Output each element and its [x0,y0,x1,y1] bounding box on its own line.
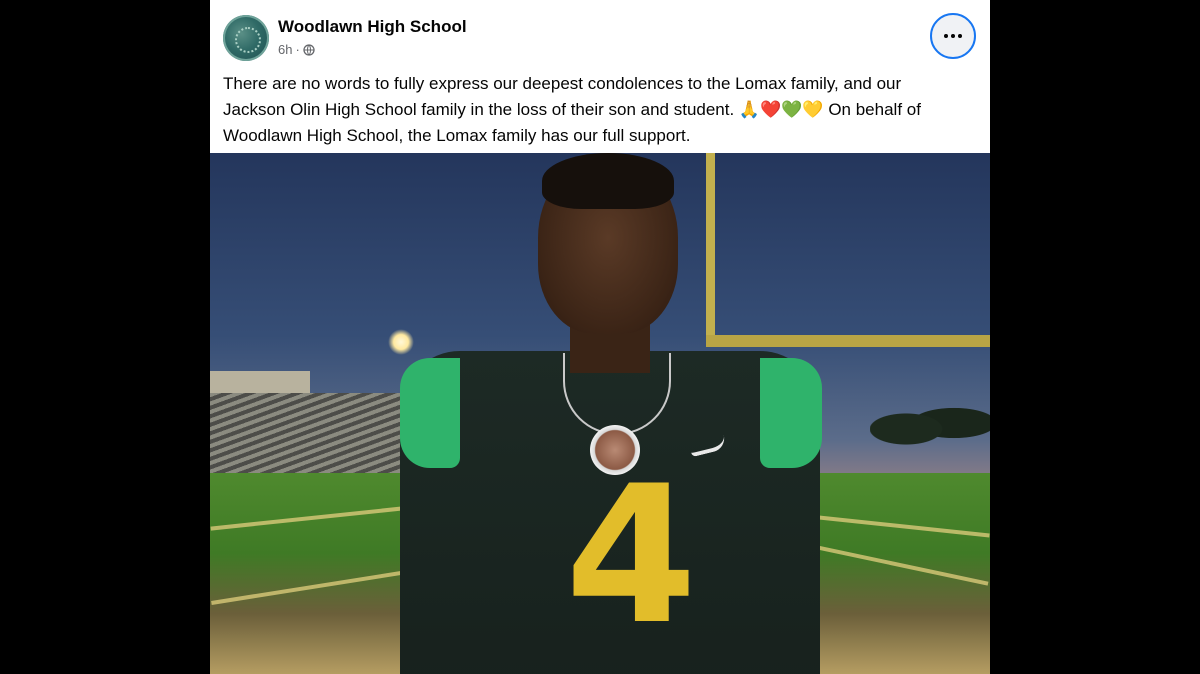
caption-line: There are no words to fully express our … [223,74,902,93]
more-options-button[interactable] [930,13,976,59]
post-timestamp[interactable]: 6h [278,42,292,57]
post-meta: 6h · [278,42,315,57]
more-options-icon [944,34,962,38]
post-caption: There are no words to fully express our … [223,71,963,149]
meta-separator: · [295,42,300,57]
photo-trees [870,393,990,453]
facebook-post: Woodlawn High School 6h · There are no w… [210,0,990,674]
caption-line: Woodlawn High School, the Lomax family h… [223,126,691,145]
post-header: Woodlawn High School 6h · [210,0,990,70]
photo-player: 4 [360,153,840,674]
page-name-link[interactable]: Woodlawn High School [278,17,467,37]
globe-icon [303,43,315,56]
page-avatar[interactable] [223,15,269,61]
caption-line: Jackson Olin High School family in the l… [223,100,921,119]
post-photo[interactable]: 4 [210,153,990,674]
jersey-number: 4 [565,445,698,666]
